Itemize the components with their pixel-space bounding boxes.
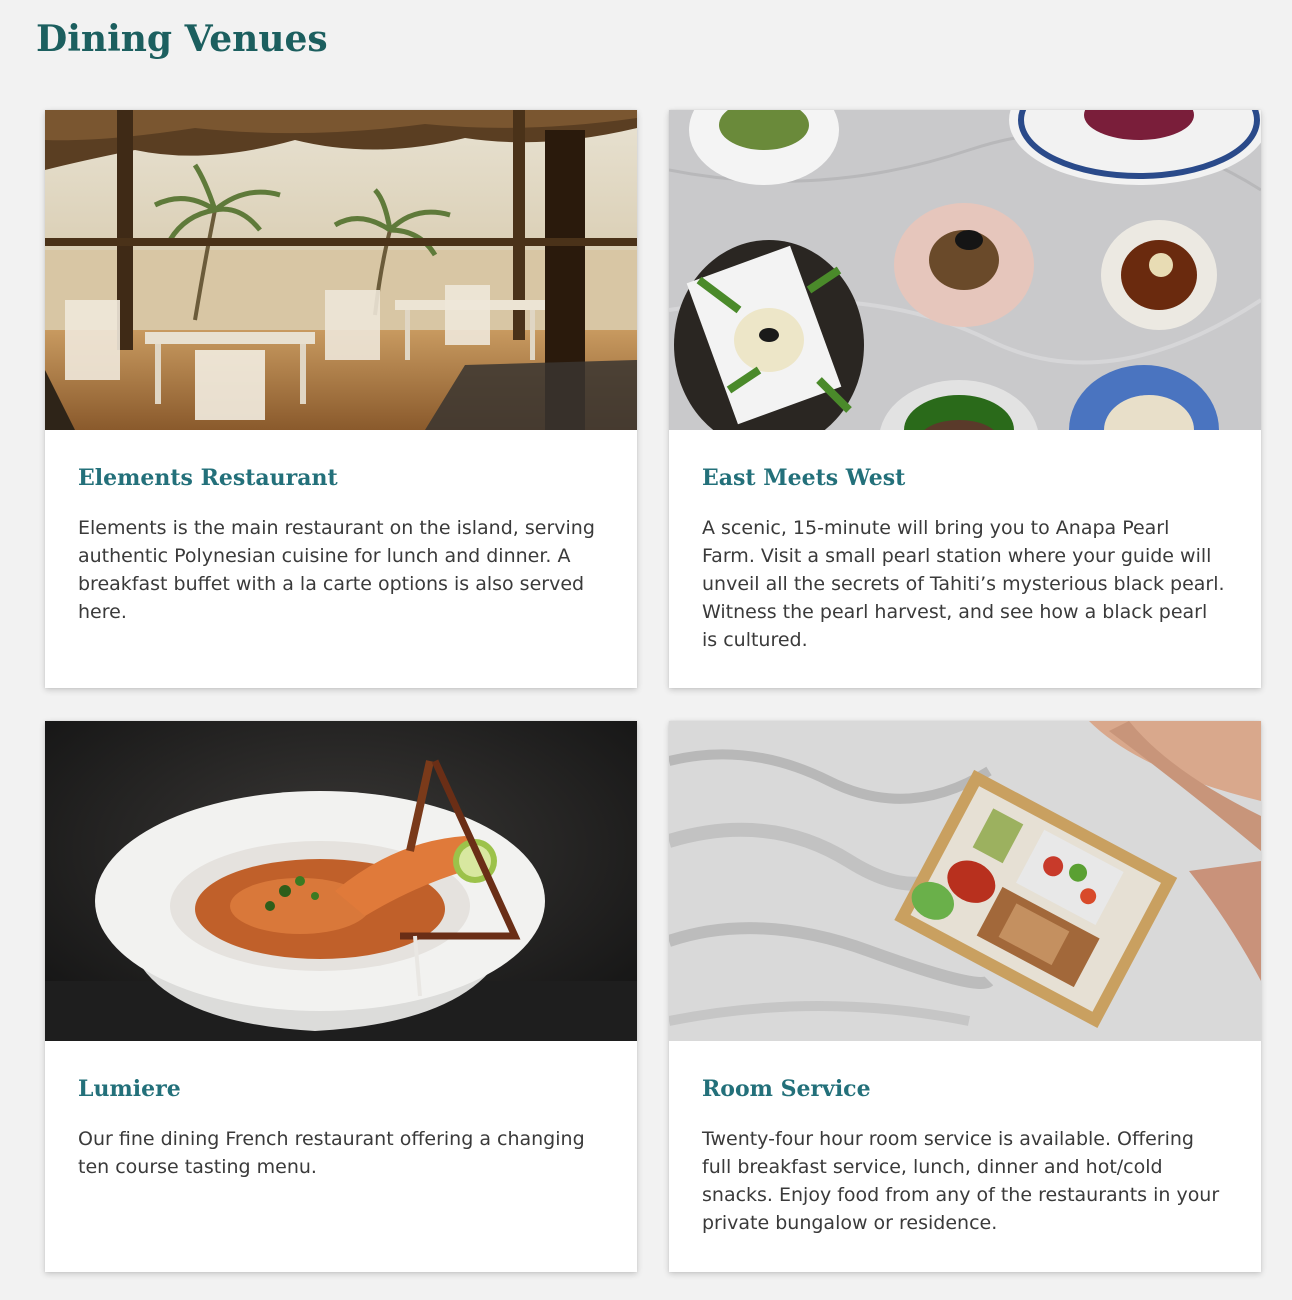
beach-restaurant-photo[interactable] xyxy=(45,110,637,430)
venue-description: A scenic, 15-minute will bring you to An… xyxy=(702,517,1225,651)
breakfast-tray-photo[interactable] xyxy=(669,721,1261,1041)
venue-description: Elements is the main restaurant on the i… xyxy=(78,517,595,623)
venue-description: Our fine dining French restaurant offeri… xyxy=(78,1128,585,1178)
venue-card-lumiere[interactable]: Lumiere Our fine dining French restauran… xyxy=(45,721,637,1272)
venue-card-room-service[interactable]: Room Service Twenty-four hour room servi… xyxy=(669,721,1261,1272)
plated-dishes-photo[interactable] xyxy=(669,110,1261,430)
venue-title[interactable]: Room Service xyxy=(702,1075,1228,1103)
venue-card-east-meets-west[interactable]: East Meets West A scenic, 15-minute will… xyxy=(669,110,1261,688)
shrimp-soup-photo[interactable] xyxy=(45,721,637,1041)
page-title: Dining Venues xyxy=(36,18,328,60)
venue-card-elements[interactable]: Elements Restaurant Elements is the main… xyxy=(45,110,637,688)
venue-description: Twenty-four hour room service is availab… xyxy=(702,1128,1220,1234)
venue-title[interactable]: Elements Restaurant xyxy=(78,464,604,492)
venue-title[interactable]: Lumiere xyxy=(78,1075,604,1103)
venue-title[interactable]: East Meets West xyxy=(702,464,1228,492)
